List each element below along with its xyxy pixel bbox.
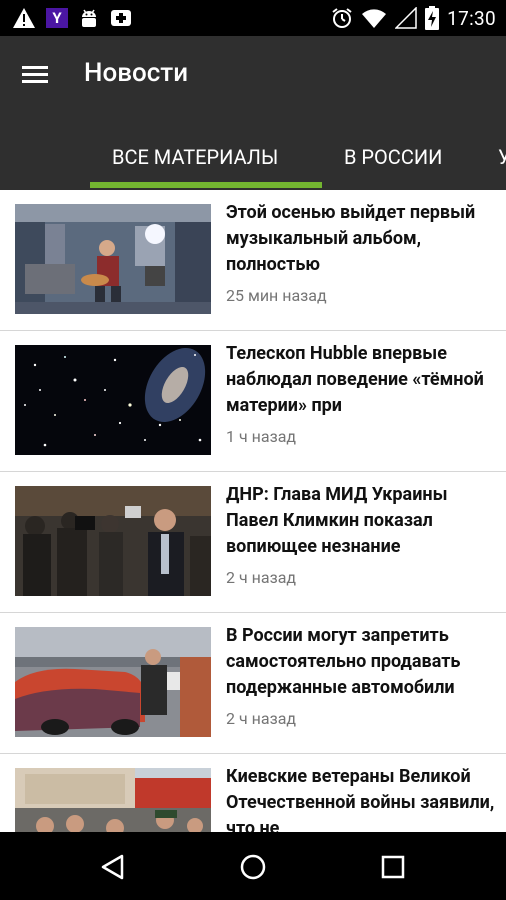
article-headline: В России могут запретить самостоятельно … <box>226 625 461 698</box>
page-title: Новости <box>84 58 189 88</box>
battery-charging-icon <box>425 6 440 30</box>
system-icons: 17:30 <box>331 6 496 30</box>
signal-icon <box>395 7 417 29</box>
article-timestamp: 25 мин назад <box>226 286 327 305</box>
warning-icon <box>13 8 35 28</box>
tab-all-materials[interactable]: ВСЕ МАТЕРИАЛЫ <box>112 128 278 186</box>
list-item[interactable]: ДНР: Глава МИД Украины Павел Климкин пок… <box>0 472 506 613</box>
tab-in-russia[interactable]: В РОССИИ <box>344 128 442 186</box>
news-list[interactable]: Этой осенью выйдет первый музыкальный ал… <box>0 190 506 832</box>
article-thumbnail <box>15 768 211 832</box>
recents-icon[interactable] <box>378 852 408 882</box>
android-icon <box>82 9 96 27</box>
article-thumbnail <box>15 204 211 314</box>
app-bar: Новости ВСЕ МАТЕРИАЛЫ В РОССИИ У <box>0 36 506 190</box>
home-icon[interactable] <box>238 852 268 882</box>
medical-plus-icon <box>111 10 131 26</box>
hamburger-menu-icon[interactable] <box>22 62 56 90</box>
article-headline: Этой осенью выйдет первый музыкальный ал… <box>226 202 476 275</box>
alarm-icon <box>332 8 352 28</box>
wifi-icon <box>362 9 387 28</box>
list-item[interactable]: В России могут запретить самостоятельно … <box>0 613 506 754</box>
list-item[interactable]: Этой осенью выйдет первый музыкальный ал… <box>0 190 506 331</box>
article-thumbnail <box>15 345 211 455</box>
article-headline: Телескоп Hubble впервые наблюдал поведен… <box>226 343 484 416</box>
article-thumbnail <box>15 486 211 596</box>
notification-icons: Y <box>12 6 132 30</box>
article-headline: ДНР: Глава МИД Украины Павел Климкин пок… <box>226 484 448 557</box>
list-item[interactable]: Киевские ветераны Великой Отечественной … <box>0 754 506 832</box>
yahoo-icon: Y <box>46 8 68 28</box>
article-timestamp: 2 ч назад <box>226 709 297 728</box>
article-timestamp: 1 ч назад <box>226 427 297 446</box>
article-headline: Киевские ветераны Великой Отечественной … <box>226 766 495 832</box>
status-bar: Y 17:30 <box>0 0 506 36</box>
system-navigation-bar <box>0 832 506 900</box>
category-tabs: ВСЕ МАТЕРИАЛЫ В РОССИИ У <box>0 128 506 190</box>
article-timestamp: 2 ч назад <box>226 568 297 587</box>
article-thumbnail <box>15 627 211 737</box>
back-icon[interactable] <box>98 852 128 882</box>
tab-next[interactable]: У <box>498 128 506 186</box>
list-item[interactable]: Телескоп Hubble впервые наблюдал поведен… <box>0 331 506 472</box>
active-tab-indicator <box>90 182 322 188</box>
clock: 17:30 <box>447 6 496 30</box>
